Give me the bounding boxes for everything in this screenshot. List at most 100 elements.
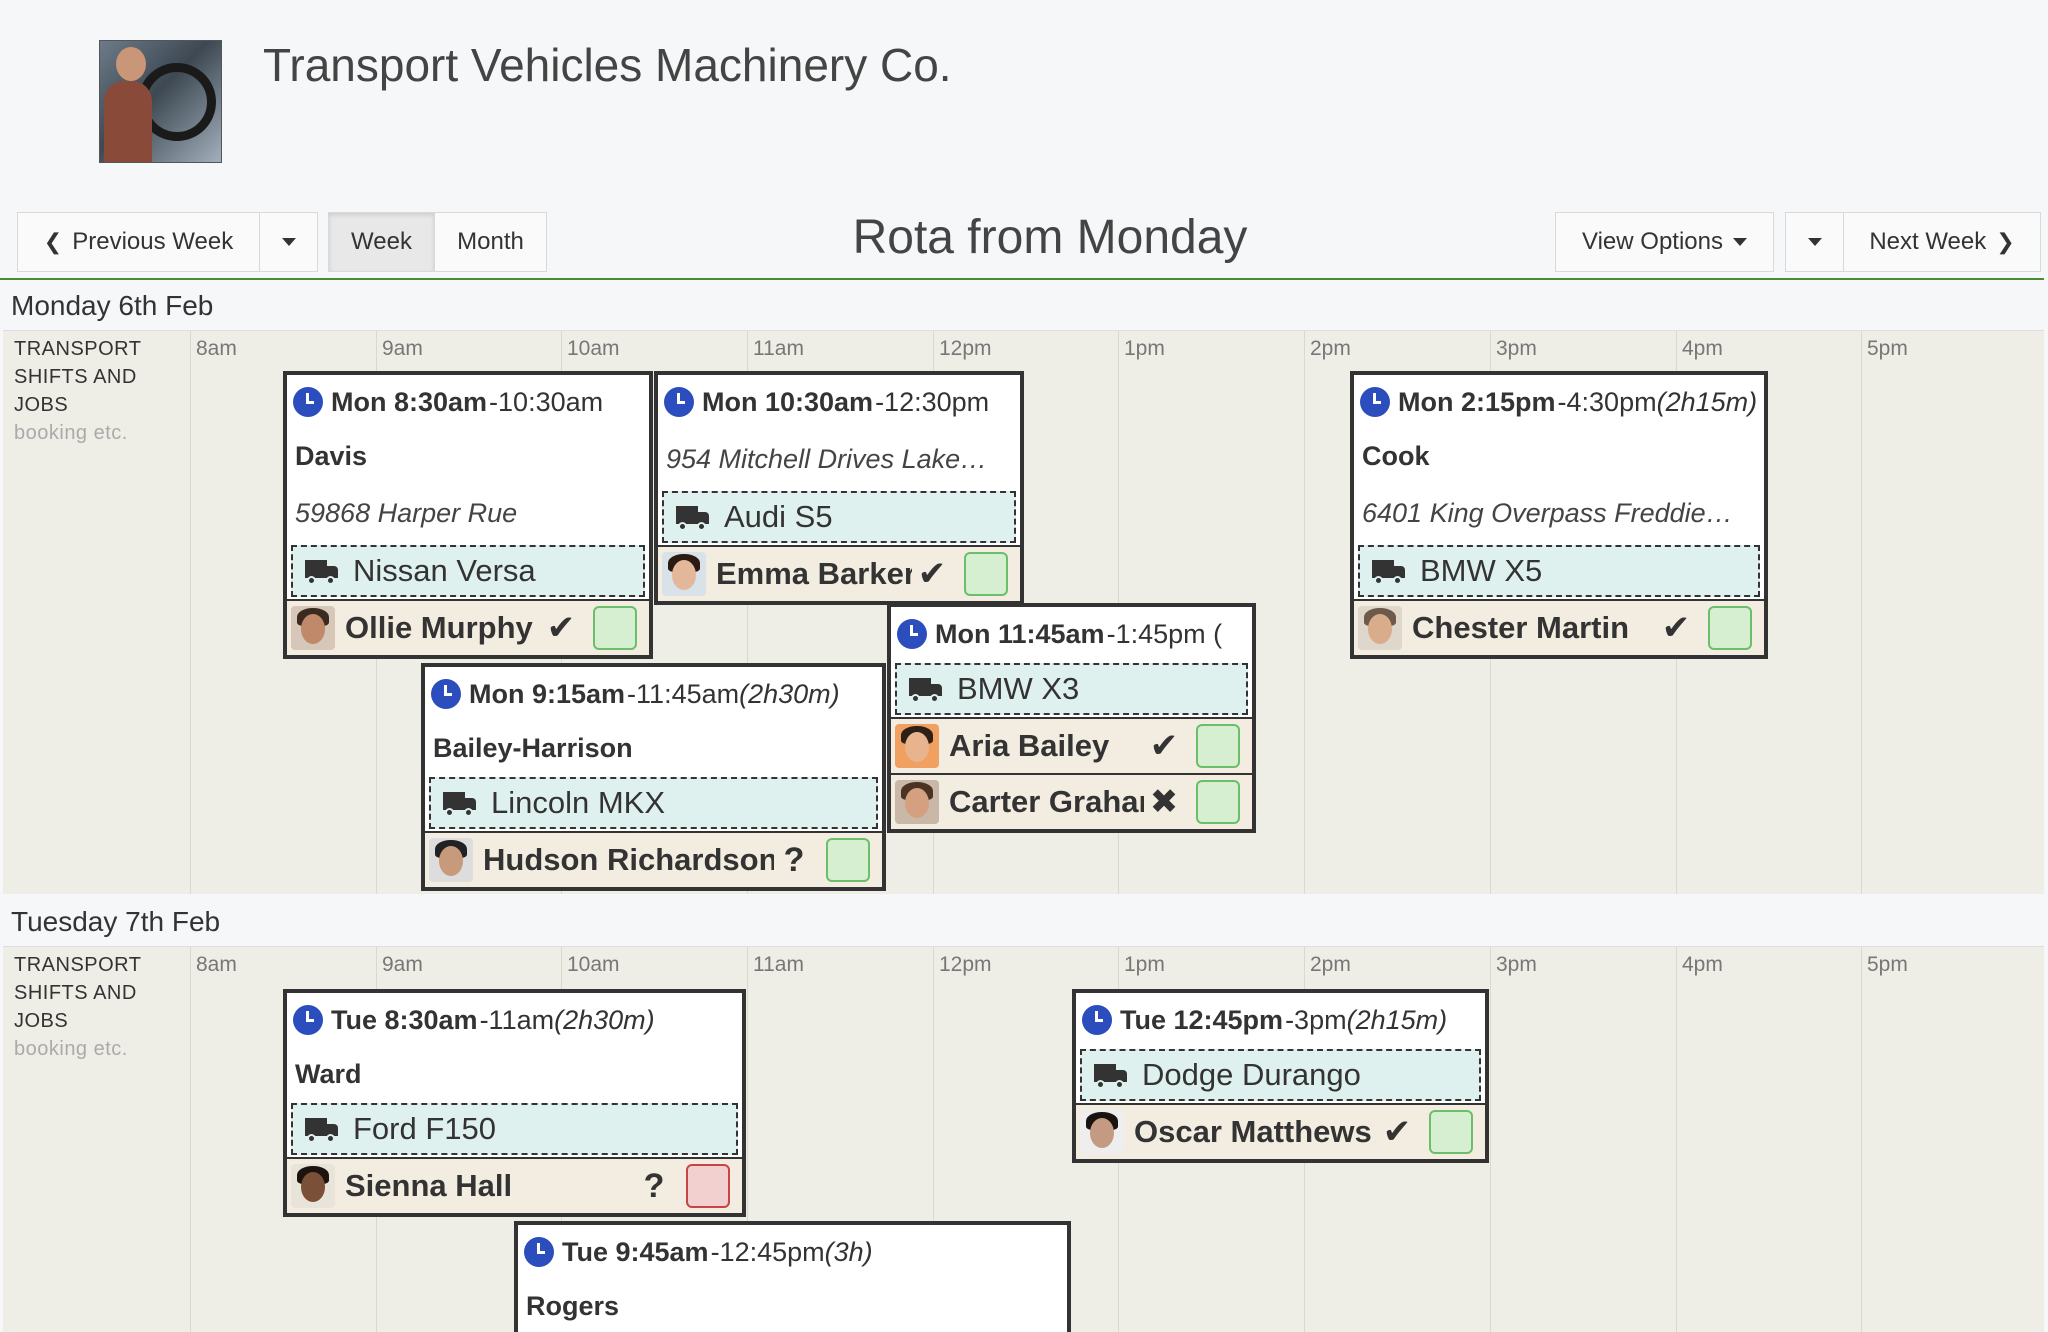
staff-row[interactable]: Emma Barker ✔ <box>658 545 1020 601</box>
week-view-button[interactable]: Week <box>328 212 435 272</box>
job-time: Mon 8:30am -10:30am <box>287 375 649 429</box>
check-icon: ✔ <box>1149 727 1179 765</box>
confirm-checkbox[interactable] <box>593 606 637 650</box>
avatar <box>1080 1110 1124 1154</box>
row-label-title: TRANSPORT SHIFTS AND JOBS <box>14 954 142 1032</box>
job-end: -10:30am <box>489 386 604 417</box>
vehicle-slot[interactable]: BMW X5 <box>1358 545 1760 597</box>
confirm-checkbox[interactable] <box>1196 780 1240 824</box>
job-card[interactable]: Tue 8:30am -11am (2h30m) Ward Ford F150 Sien… <box>283 989 746 1217</box>
day-grid-monday: 8am 9am 10am 11am 12pm 1pm 2pm 3pm 4pm 5pm TRANSPO… <box>3 330 2044 894</box>
confirm-checkbox[interactable] <box>1429 1110 1473 1154</box>
day-heading: Tuesday 7th Feb <box>11 906 221 937</box>
hour-label: 3pm <box>1496 953 1537 976</box>
hour-gridline <box>1490 947 1491 1332</box>
previous-week-button[interactable]: ❮ Previous Week <box>17 212 260 272</box>
vehicle-name: BMW X5 <box>1420 553 1543 588</box>
job-client: Davis <box>295 441 368 471</box>
staff-name: Sienna Hall <box>345 1168 513 1203</box>
confirm-checkbox[interactable] <box>1708 606 1752 650</box>
hour-label: 3pm <box>1496 337 1537 360</box>
chevron-left-icon: ❮ <box>43 229 63 254</box>
staff-name: Aria Bailey <box>949 728 1110 763</box>
job-end: -11am <box>479 1004 555 1035</box>
previous-week-dropdown-button[interactable] <box>259 212 318 272</box>
confirm-checkbox[interactable] <box>686 1164 730 1208</box>
truck-icon <box>676 504 710 531</box>
caret-down-icon <box>281 238 296 246</box>
hour-gridline <box>1861 331 1862 894</box>
job-time: Tue 8:30am -11am (2h30m) <box>287 993 742 1047</box>
check-icon: ✔ <box>917 555 947 593</box>
job-card[interactable]: Mon 9:15am -11:45am (2h30m) Bailey-Harriso… <box>421 663 886 891</box>
job-card[interactable]: Mon 11:45am -1:45pm (BMW X3 Aria Bailey ✔ Ca… <box>887 603 1256 833</box>
job-card[interactable]: Mon 2:15pm -4:30pm (2h15m) Cook 6401 King O… <box>1350 371 1768 659</box>
vehicle-slot[interactable]: Dodge Durango <box>1080 1049 1481 1101</box>
job-time: Mon 2:15pm -4:30pm (2h15m) <box>1354 375 1764 429</box>
clock-icon <box>664 387 694 417</box>
truck-icon <box>909 676 943 703</box>
hour-label: 10am <box>567 337 620 360</box>
staff-row[interactable]: Aria Bailey ✔ <box>891 717 1252 773</box>
hour-label: 12pm <box>939 953 992 976</box>
vehicle-slot[interactable]: BMW X3 <box>895 663 1248 715</box>
view-options-button[interactable]: View Options <box>1555 212 1774 272</box>
hour-label: 11am <box>753 953 804 976</box>
staff-row[interactable]: Chester Martin ✔ <box>1354 599 1764 655</box>
hour-gridline <box>190 947 191 1332</box>
job-card[interactable]: Mon 8:30am -10:30am Davis 59868 Harper Rue N… <box>283 371 653 659</box>
avatar <box>662 552 706 596</box>
next-week-button[interactable]: Next Week ❯ <box>1843 212 2041 272</box>
check-icon: ✔ <box>1661 609 1691 647</box>
job-client: Rogers <box>526 1291 620 1321</box>
question-icon: ? <box>643 1166 665 1205</box>
job-duration: (2h30m) <box>739 678 840 709</box>
hour-gridline <box>1861 947 1862 1332</box>
hour-gridline <box>1676 947 1677 1332</box>
confirm-checkbox[interactable] <box>1196 724 1240 768</box>
job-time: Tue 9:45am -12:45pm (3h) <box>518 1225 1067 1279</box>
job-end: -12:30pm <box>875 386 990 417</box>
hour-label: 9am <box>382 953 423 976</box>
month-view-button[interactable]: Month <box>434 212 547 272</box>
job-start: Mon 11:45am <box>935 618 1105 649</box>
job-start: Mon 10:30am <box>702 386 874 417</box>
staff-row[interactable]: Carter Graham✖ <box>891 773 1252 829</box>
vehicle-slot[interactable]: Audi S5 <box>662 491 1016 543</box>
staff-row[interactable]: Oscar Matthews ✔ <box>1076 1103 1485 1159</box>
hour-label: 1pm <box>1124 953 1165 976</box>
truck-icon <box>443 790 477 817</box>
job-card[interactable]: Mon 10:30am -12:30pm 954 Mitchell Drives L… <box>654 371 1024 605</box>
staff-row[interactable]: Hudson Richardson? <box>425 831 882 887</box>
staff-row[interactable]: Sienna Hall? <box>287 1157 742 1213</box>
vehicle-slot[interactable]: Lincoln MKX <box>429 777 878 829</box>
app-header: Transport Vehicles Machinery Co. <box>0 0 2048 200</box>
job-start: Tue 12:45pm <box>1120 1004 1284 1035</box>
avatar <box>895 724 939 768</box>
job-address: 954 Mitchell Drives Lake… <box>666 444 988 474</box>
month-label: Month <box>457 228 524 255</box>
job-card[interactable]: Tue 9:45am -12:45pm (3h) Rogers <box>514 1221 1071 1332</box>
truck-icon <box>1372 558 1406 585</box>
next-week-dropdown-button[interactable] <box>1785 212 1844 272</box>
job-card[interactable]: Tue 12:45pm -3pm (2h15m) Dodge Durango Osca… <box>1072 989 1489 1163</box>
chevron-right-icon: ❯ <box>1996 229 2015 254</box>
confirm-checkbox[interactable] <box>826 838 870 882</box>
staff-name: Hudson Richardson <box>483 842 774 877</box>
caret-down-icon <box>1732 238 1747 246</box>
staff-row[interactable]: Ollie Murphy ✔ <box>287 599 649 655</box>
vehicle-slot[interactable]: Ford F150 <box>291 1103 738 1155</box>
vehicle-slot[interactable]: Nissan Versa <box>291 545 645 597</box>
confirm-checkbox[interactable] <box>964 552 1008 596</box>
job-client: Bailey-Harrison <box>433 733 633 763</box>
clock-icon <box>1360 387 1390 417</box>
vehicle-name: Dodge Durango <box>1142 1057 1361 1092</box>
job-duration: (2h30m) <box>554 1004 655 1035</box>
cross-icon: ✖ <box>1149 783 1179 821</box>
toolbar-divider <box>0 278 2044 280</box>
job-duration: (2h15m) <box>1656 386 1758 417</box>
job-end: -11:45am <box>627 678 740 709</box>
truck-icon <box>305 558 339 585</box>
job-start: Tue 8:30am <box>331 1004 478 1035</box>
clock-icon <box>293 1005 323 1035</box>
